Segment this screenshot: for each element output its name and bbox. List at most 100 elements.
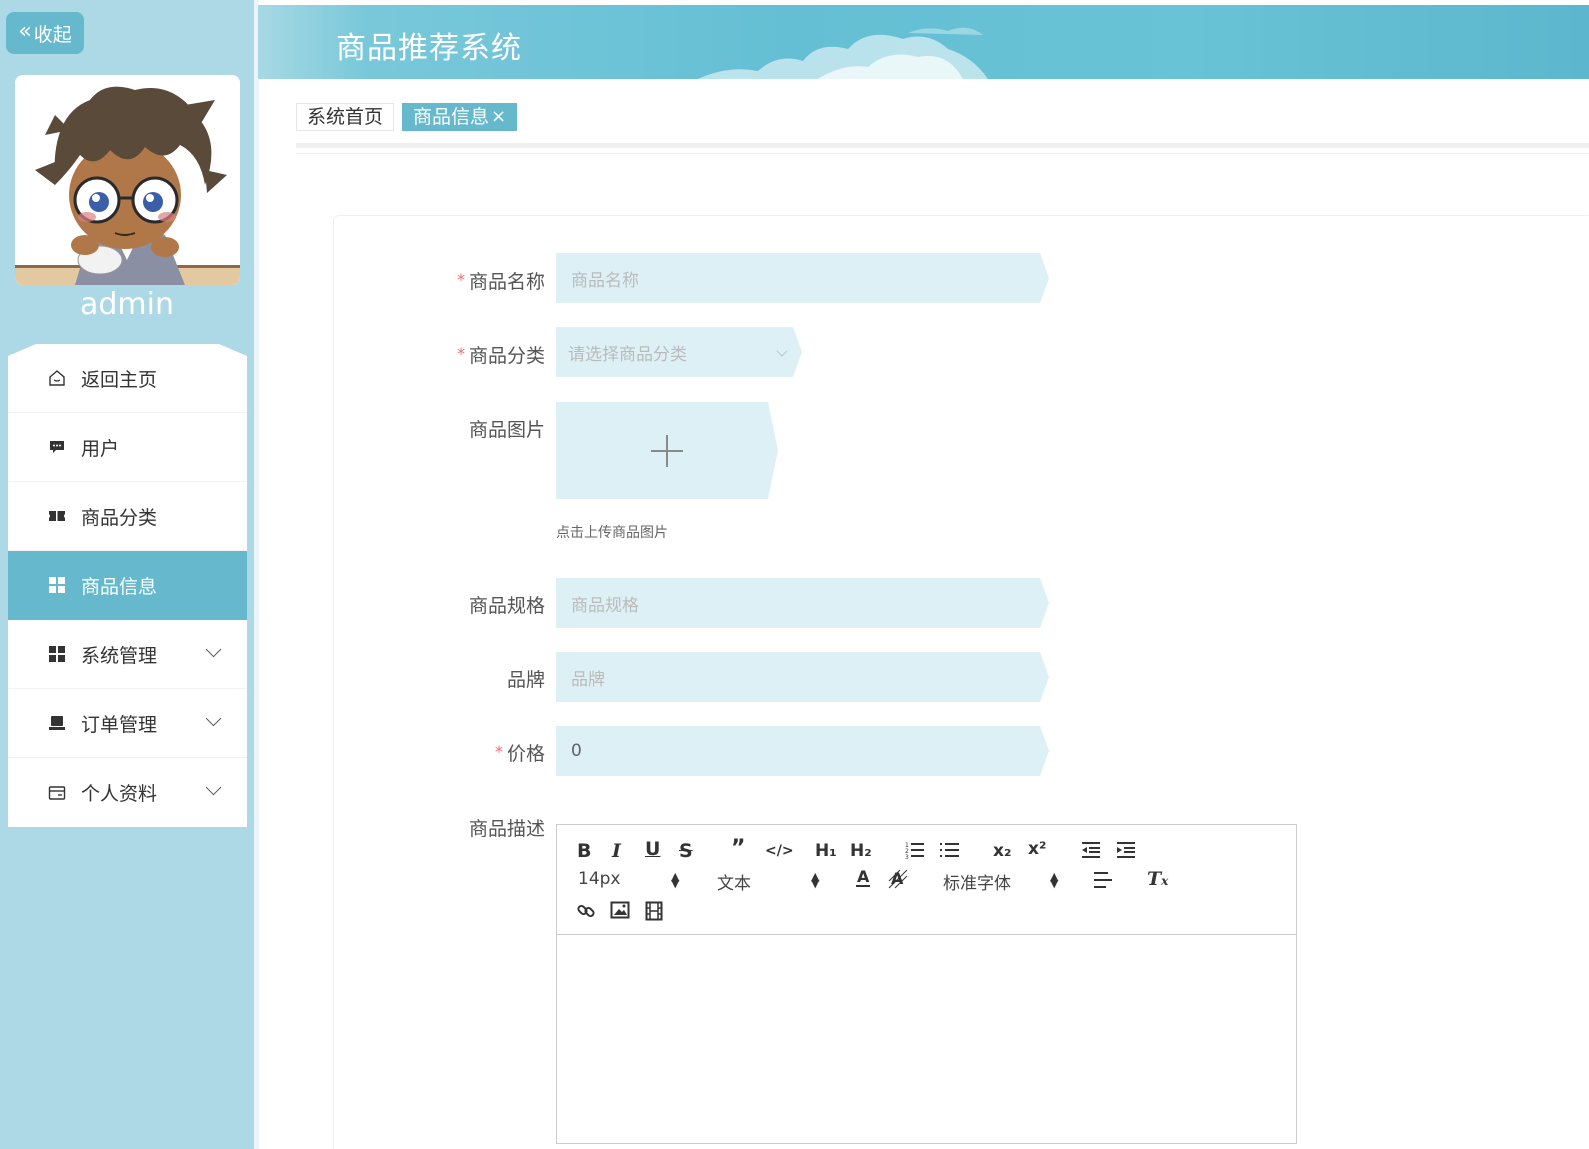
menu-notch — [219, 344, 247, 356]
app-root: « 收起 admin 返回主页 用户 商品分类 商品信息 系统管理 订单管理 个… — [0, 0, 1589, 1149]
menu-notch — [8, 344, 36, 356]
input-placeholder: 商品名称 — [571, 270, 639, 291]
sidebar-item-label: 订单管理 — [81, 713, 158, 736]
video-icon[interactable] — [645, 901, 663, 921]
ordered-list-icon[interactable]: 123 — [905, 841, 925, 859]
image-icon[interactable] — [610, 901, 630, 919]
ticket-icon — [48, 507, 66, 525]
select-arrows-icon: ▲ ▼ — [811, 870, 820, 890]
chevron-down-icon — [205, 779, 222, 796]
tab-bar: 系统首页 商品信息 × — [296, 103, 518, 131]
field-label-description: 商品描述 — [300, 814, 545, 841]
sidebar-item-label: 系统管理 — [81, 644, 158, 667]
plus-icon — [666, 435, 668, 467]
collapse-button[interactable]: « 收起 — [6, 12, 84, 54]
outdent-icon[interactable] — [1081, 841, 1101, 859]
blockquote-icon[interactable]: ” — [731, 838, 745, 860]
header-select[interactable]: 文本 — [717, 869, 751, 894]
label-text: 商品图片 — [468, 419, 545, 441]
label-text: 价格 — [506, 743, 545, 765]
input-value: 0 — [571, 741, 582, 761]
product-name-input[interactable]: 商品名称 — [556, 253, 1049, 303]
header: 商品推荐系统 — [258, 5, 1589, 79]
tab-product-info[interactable]: 商品信息 × — [402, 103, 518, 131]
svg-text:3: 3 — [905, 854, 909, 859]
select-arrows-icon: ▲ ▼ — [671, 870, 680, 890]
font-color-icon[interactable]: A — [854, 867, 872, 889]
tab-divider — [296, 153, 1589, 154]
tab-label: 系统首页 — [307, 106, 384, 128]
chevron-down-icon — [205, 641, 222, 658]
sidebar-item-label: 商品分类 — [81, 506, 158, 529]
required-mark: * — [456, 270, 465, 289]
font-family-select[interactable]: 标准字体 — [943, 869, 1011, 894]
bullet-list-icon[interactable] — [940, 841, 960, 859]
field-label-brand: 品牌 — [300, 665, 545, 692]
tab-label: 商品信息 — [413, 106, 490, 128]
input-placeholder: 品牌 — [571, 669, 605, 690]
sidebar-item-category[interactable]: 商品分类 — [8, 482, 247, 551]
brand-input[interactable]: 品牌 — [556, 652, 1049, 702]
grid-icon — [48, 576, 66, 594]
required-mark: * — [456, 344, 465, 363]
field-label-name: * 商品名称 — [300, 267, 545, 294]
sidebar-item-label: 用户 — [81, 437, 120, 460]
monitor-icon — [48, 714, 66, 732]
label-text: 商品描述 — [468, 818, 545, 840]
font-size-select[interactable]: 14px — [578, 869, 620, 889]
bold-icon[interactable]: B — [577, 841, 591, 861]
sidebar-item-home[interactable]: 返回主页 — [8, 344, 247, 413]
card-icon — [48, 784, 66, 802]
select-placeholder: 请选择商品分类 — [568, 344, 687, 365]
required-mark: * — [494, 742, 503, 761]
chevron-down-icon — [776, 345, 787, 356]
italic-icon[interactable]: I — [612, 841, 621, 861]
sidebar-divider — [254, 0, 259, 1149]
chevron-down-icon — [205, 710, 222, 727]
superscript-icon[interactable]: x² — [1028, 839, 1046, 859]
link-icon[interactable] — [576, 901, 596, 921]
spec-input[interactable]: 商品规格 — [556, 578, 1049, 628]
home-icon — [48, 369, 66, 387]
subscript-icon[interactable]: x₂ — [993, 841, 1011, 861]
label-text: 商品规格 — [468, 595, 545, 617]
category-select[interactable]: 请选择商品分类 — [556, 327, 802, 377]
sidebar-item-system[interactable]: 系统管理 — [8, 620, 247, 689]
editor-content-area[interactable] — [557, 936, 1296, 1143]
field-label-price: * 价格 — [300, 739, 545, 766]
label-text: 商品名称 — [468, 271, 545, 293]
tab-divider — [296, 143, 1589, 148]
strikethrough-icon[interactable]: S — [679, 841, 693, 861]
background-color-icon[interactable]: A — [888, 869, 908, 889]
label-text: 商品分类 — [468, 345, 545, 367]
app-title: 商品推荐系统 — [336, 31, 522, 66]
sidebar-item-label: 个人资料 — [81, 783, 158, 805]
avatar — [15, 75, 240, 285]
heading2-icon[interactable]: H₂ — [850, 841, 872, 861]
sidebar-item-orders[interactable]: 订单管理 — [8, 689, 247, 758]
avatar-image — [15, 75, 240, 285]
upload-tip: 点击上传商品图片 — [556, 525, 668, 541]
label-text: 品牌 — [506, 669, 545, 691]
collapse-label: 收起 — [33, 23, 72, 46]
align-left-icon[interactable] — [1093, 871, 1113, 889]
sidebar-item-product-info[interactable]: 商品信息 — [8, 551, 247, 620]
field-label-image: 商品图片 — [300, 415, 545, 442]
sidebar-menu: 返回主页 用户 商品分类 商品信息 系统管理 订单管理 个人资料 — [8, 344, 247, 827]
clear-format-icon[interactable]: Tx — [1147, 869, 1168, 891]
price-input[interactable]: 0 — [556, 726, 1049, 776]
code-block-icon[interactable]: </> — [765, 841, 794, 861]
close-icon[interactable]: × — [491, 104, 506, 130]
grid-icon — [48, 645, 66, 663]
image-upload[interactable] — [556, 402, 778, 499]
tab-home[interactable]: 系统首页 — [296, 103, 395, 131]
sidebar-item-users[interactable]: 用户 — [8, 413, 247, 482]
indent-icon[interactable] — [1116, 841, 1136, 859]
double-chevron-left-icon: « — [18, 18, 32, 44]
heading1-icon[interactable]: H₁ — [815, 841, 837, 861]
editor-toolbar: B I U S ” </> H₁ H₂ 123 x₂ x² 14px ▲ ▼ 文… — [557, 825, 1296, 935]
sidebar-item-profile[interactable]: 个人资料 — [8, 758, 247, 827]
field-label-spec: 商品规格 — [300, 591, 545, 618]
underline-icon[interactable]: U — [645, 839, 660, 859]
chat-icon — [48, 438, 66, 456]
